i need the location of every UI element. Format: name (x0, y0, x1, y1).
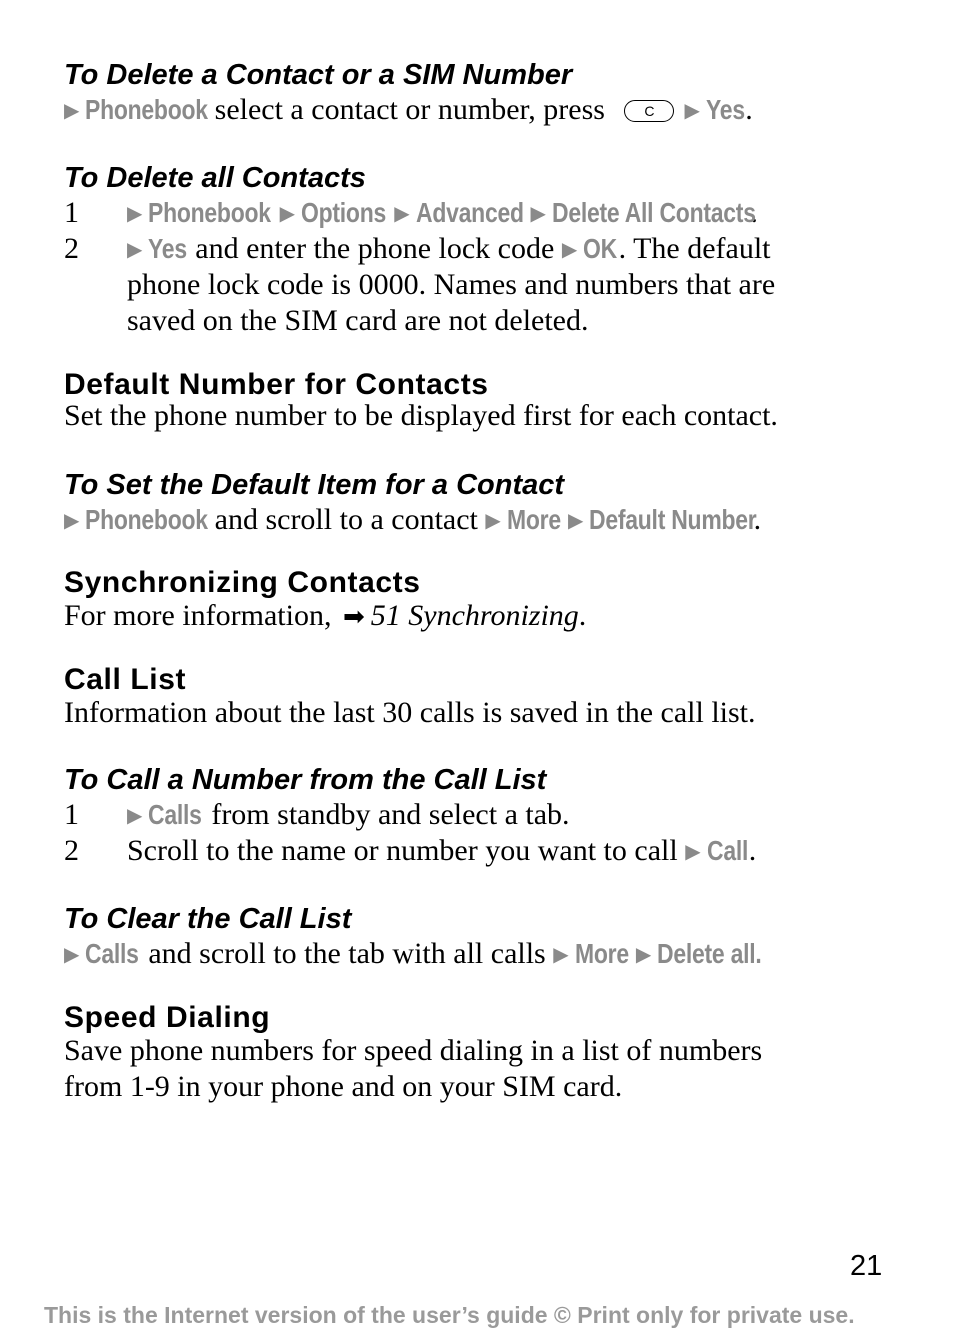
heading-delete-all: To Delete all Contacts (64, 162, 366, 194)
menu-more: More (506, 504, 561, 535)
section-call-number: To Call a Number from the Call List 1 ▶ C… (64, 763, 756, 869)
heading-set-default: To Set the Default Item for a Contact (64, 469, 565, 501)
menu-arrow-icon: ▶ (635, 942, 652, 966)
heading-call-number: To Call a Number from the Call List (64, 764, 547, 796)
heading-default-number: Default Number for Contacts (64, 368, 489, 401)
cross-reference-link[interactable]: 51 Synchronizing (371, 599, 579, 632)
menu-arrow-icon: ▶ (127, 237, 143, 261)
menu-more: More (574, 938, 629, 969)
menu-arrow-icon: ▶ (64, 98, 80, 122)
menu-arrow-icon: ▶ (127, 201, 143, 225)
instruction-clear-list: ▶ Calls and scroll to the tab with all ca… (64, 937, 762, 970)
heading-speed-dial: Speed Dialing (64, 1001, 271, 1034)
c-key-icon: C (624, 100, 675, 122)
menu-options: Options (301, 197, 387, 228)
section-sync: Synchronizing Contacts For more informat… (64, 566, 586, 635)
section-delete-contact: To Delete a Contact or a SIM Number ▶ Pho… (64, 58, 753, 128)
menu-advanced: Advanced (415, 197, 524, 228)
section-default-number: Default Number for Contacts Set the phon… (64, 368, 778, 432)
heading-sync: Synchronizing Contacts (64, 566, 421, 599)
menu-delete-all-contacts: Delete All Contacts (551, 197, 756, 228)
footer-notice: This is the Internet version of the user… (44, 1302, 855, 1328)
menu-arrow-icon: ▶ (567, 508, 584, 532)
step-2: 2 Scroll to the name or number you want … (64, 834, 757, 867)
menu-arrow-icon: ▶ (561, 237, 578, 261)
menu-phonebook: Phonebook (85, 504, 209, 535)
heading-call-list: Call List (64, 663, 187, 696)
section-speed-dial: Speed Dialing Save phone numbers for spe… (64, 1001, 763, 1103)
step-2: 2 ▶ Yes and enter the phone lock code ▶ OK… (64, 232, 776, 337)
heading-clear-list: To Clear the Call List (64, 903, 352, 935)
instruction-set-default: ▶ Phonebook and scroll to a contact ▶ More… (64, 503, 762, 536)
section-set-default: To Set the Default Item for a Contact ▶ P… (64, 468, 761, 538)
menu-arrow-icon: ▶ (64, 508, 80, 532)
menu-arrow-icon: ▶ (127, 803, 143, 827)
menu-phonebook: Phonebook (148, 197, 272, 228)
menu-arrow-icon: ▶ (530, 201, 546, 225)
menu-arrow-icon: ▶ (64, 942, 80, 966)
section-delete-all: To Delete all Contacts 1 ▶ Phonebook ▶ Opt… (64, 161, 775, 339)
page-number: 21 (850, 1250, 883, 1282)
menu-delete-all: Delete all. (657, 938, 762, 969)
reference-arrow-icon: ➡ (342, 602, 365, 632)
menu-calls: Calls (85, 938, 140, 969)
menu-arrow-icon: ▶ (684, 98, 700, 122)
menu-call: Call (706, 835, 748, 866)
menu-calls: Calls (148, 799, 203, 830)
menu-arrow-icon: ▶ (485, 508, 501, 532)
heading-delete-contact: To Delete a Contact or a SIM Number (64, 59, 573, 91)
instruction-delete-contact: ▶ Phonebook select a contact or number, p… (64, 93, 753, 126)
menu-yes: Yes (148, 233, 188, 264)
step-1: 1 ▶ Calls from standby and select a tab. (64, 798, 570, 831)
menu-phonebook: Phonebook (85, 94, 209, 125)
section-clear-list: To Clear the Call List ▶ Calls and scroll… (64, 902, 785, 972)
menu-arrow-icon: ▶ (394, 201, 410, 225)
menu-yes: Yes (705, 94, 745, 125)
section-call-list: Call List Information about the last 30 … (64, 663, 756, 729)
menu-ok: OK (583, 233, 618, 264)
menu-arrow-icon: ▶ (685, 839, 701, 863)
step-1: 1 ▶ Phonebook ▶ Options ▶ Advanced ▶ Delete … (64, 196, 758, 229)
menu-arrow-icon: ▶ (553, 942, 569, 966)
menu-arrow-icon: ▶ (279, 201, 296, 225)
menu-default-number: Default Number (589, 504, 757, 535)
